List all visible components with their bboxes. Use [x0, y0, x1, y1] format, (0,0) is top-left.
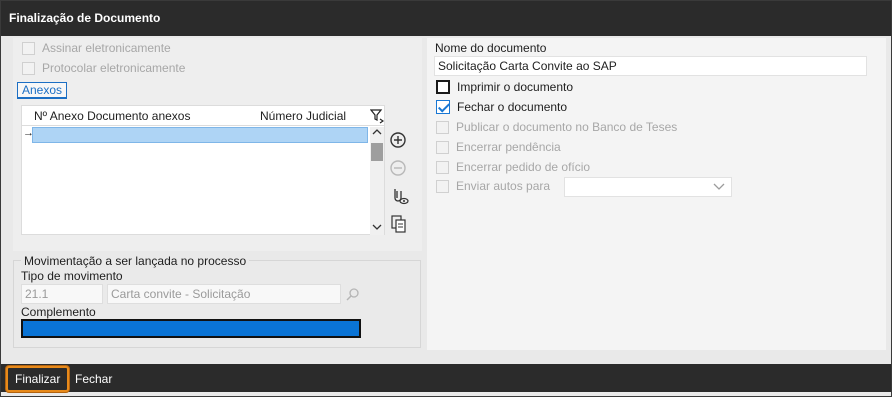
tipo-movimento-label: Tipo de movimento: [21, 269, 123, 283]
publicar-label: Publicar o documento no Banco de Teses: [456, 120, 678, 134]
encerrar-pendencia-checkbox[interactable]: Encerrar pendência: [436, 140, 561, 154]
checkbox-box: [436, 160, 449, 174]
checkbox-box: [436, 120, 449, 134]
imprimir-checkbox[interactable]: Imprimir o documento: [436, 80, 573, 94]
enviar-autos-checkbox[interactable]: Enviar autos para: [436, 179, 550, 193]
remove-icon[interactable]: [389, 159, 407, 177]
tipo-movimento-desc-field[interactable]: Carta convite - Solicitação: [107, 284, 341, 304]
finalizacao-dialog: Finalização de Documento Assinar eletron…: [0, 0, 892, 397]
search-icon[interactable]: [346, 287, 360, 304]
table-row[interactable]: [32, 127, 368, 143]
checkbox-box: [22, 41, 35, 55]
fechar-documento-checkbox[interactable]: Fechar o documento: [436, 100, 567, 114]
checkmark-icon: [436, 100, 450, 114]
scroll-thumb[interactable]: [371, 143, 383, 161]
checkbox-box: [436, 179, 449, 193]
column-header-anexo[interactable]: Nº Anexo Documento anexos: [34, 106, 190, 126]
anexos-grid: Nº Anexo Documento anexos Número Judicia…: [21, 105, 385, 235]
complemento-label: Complemento: [21, 305, 96, 319]
encerrar-pedido-checkbox[interactable]: Encerrar pedido de ofício: [436, 160, 590, 174]
chevron-up-icon[interactable]: [372, 127, 382, 140]
encerrar-pendencia-label: Encerrar pendência: [456, 140, 561, 154]
assinar-label: Assinar eletronicamente: [42, 41, 171, 55]
checkbox-box: [436, 140, 449, 154]
assinar-checkbox[interactable]: Assinar eletronicamente: [22, 41, 171, 55]
encerrar-pedido-label: Encerrar pedido de ofício: [456, 160, 591, 174]
grid-header: Nº Anexo Documento anexos Número Judicia…: [22, 106, 385, 126]
tipo-movimento-code-field[interactable]: 21.1: [21, 284, 103, 304]
bottom-toolbar: [1, 364, 891, 392]
imprimir-label: Imprimir o documento: [457, 80, 574, 94]
enviar-autos-label: Enviar autos para: [456, 179, 551, 193]
window-title: Finalização de Documento: [1, 1, 891, 36]
column-header-numero-judicial[interactable]: Número Judicial: [260, 106, 346, 126]
movimentacao-legend: Movimentação a ser lançada no processo: [21, 254, 250, 268]
enviar-autos-select[interactable]: [564, 177, 732, 197]
nome-documento-field[interactable]: Solicitação Carta Convite ao SAP: [434, 56, 867, 76]
publicar-checkbox[interactable]: Publicar o documento no Banco de Teses: [436, 120, 677, 134]
protocolar-checkbox[interactable]: Protocolar eletronicamente: [22, 61, 185, 75]
tab-anexos[interactable]: Anexos: [17, 82, 68, 99]
add-icon[interactable]: [389, 131, 407, 149]
chevron-down-icon: [713, 180, 725, 195]
nome-documento-label: Nome do documento: [435, 41, 547, 55]
protocolar-label: Protocolar eletronicamente: [42, 61, 186, 75]
complemento-field[interactable]: [21, 319, 361, 338]
attach-view-icon[interactable]: [389, 186, 409, 205]
copy-attachments-icon[interactable]: [389, 214, 407, 233]
checkbox-box: [436, 80, 450, 94]
grid-scrollbar[interactable]: [370, 127, 384, 235]
fechar-button[interactable]: Fechar: [68, 366, 119, 392]
finalizar-button[interactable]: Finalizar: [6, 366, 70, 392]
chevron-down-icon[interactable]: [372, 222, 382, 235]
fechar-documento-label: Fechar o documento: [457, 100, 568, 114]
checkbox-box: [22, 61, 35, 75]
